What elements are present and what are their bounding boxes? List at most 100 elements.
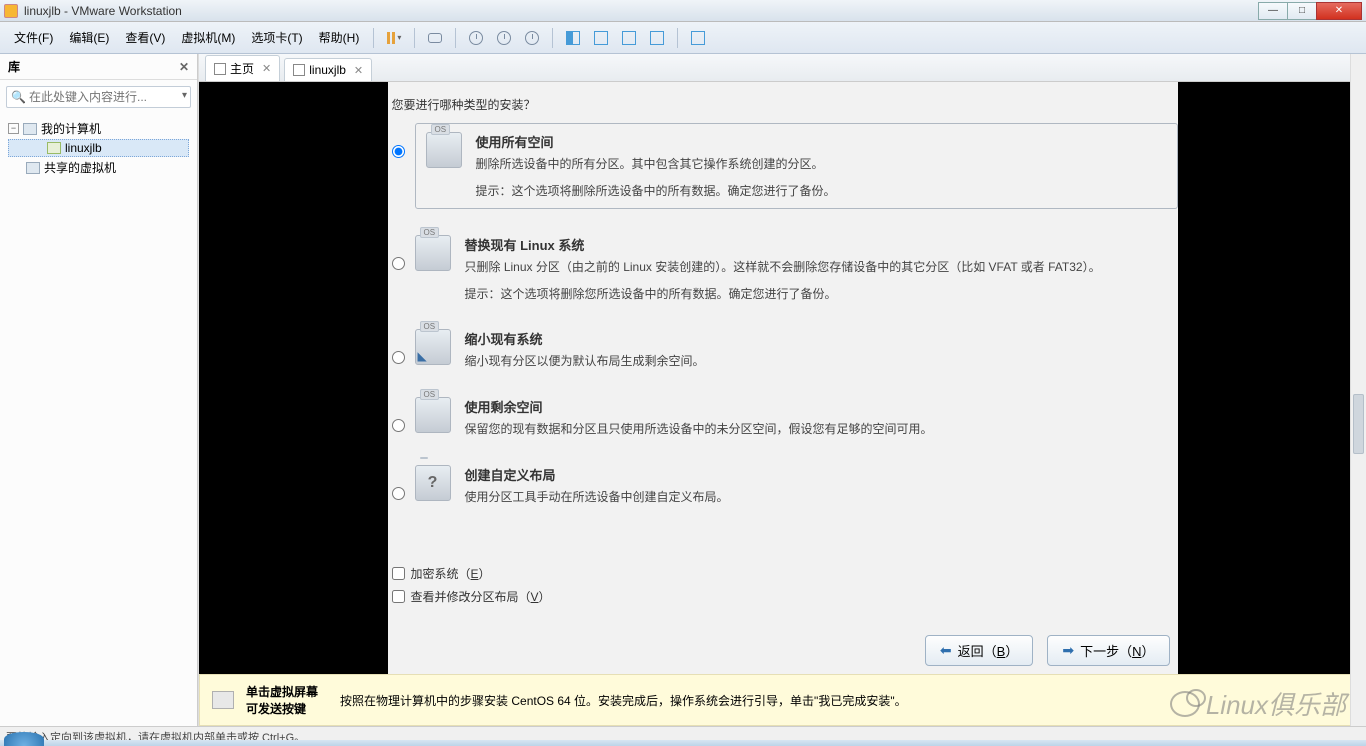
menubar: 文件(F) 编辑(E) 查看(V) 虚拟机(M) 选项卡(T) 帮助(H) ▾ xyxy=(0,22,1366,54)
window-titlebar: linuxjlb - VMware Workstation — □ ✕ xyxy=(0,0,1366,22)
expand-icon[interactable]: − xyxy=(8,123,19,134)
folder-icon xyxy=(26,162,40,174)
library-sidebar: 库 ✕ 🔍 ▾ − 我的计算机 linuxjlb 共享的虚拟机 xyxy=(0,54,198,726)
menu-view[interactable]: 查看(V) xyxy=(117,25,173,50)
installer-panel: 您要进行哪种类型的安装？ 使用所有空间删除所选设备中的所有分区。其中包含其它操作… xyxy=(388,82,1178,674)
view3-button[interactable] xyxy=(617,27,641,49)
review-checkbox[interactable] xyxy=(392,590,405,603)
start-orb[interactable] xyxy=(4,732,44,746)
install-option-list: 使用所有空间删除所选设备中的所有分区。其中包含其它操作系统创建的分区。提示：这个… xyxy=(388,123,1178,506)
tab-linuxjlb[interactable]: linuxjlb ✕ xyxy=(284,58,372,81)
fullscreen-button[interactable] xyxy=(686,27,710,49)
hint-body: 按照在物理计算机中的步骤安装 CentOS 64 位。安装完成后，操作系统会进行… xyxy=(340,692,907,709)
view-icon xyxy=(650,31,664,45)
view2-button[interactable] xyxy=(589,27,613,49)
menu-file[interactable]: 文件(F) xyxy=(6,25,61,50)
tree-shared-vms[interactable]: 共享的虚拟机 xyxy=(8,157,189,178)
next-button[interactable]: ➡ 下一步（N） xyxy=(1047,635,1169,666)
sidebar-title: 库 xyxy=(8,58,20,75)
install-option[interactable]: 创建自定义布局使用分区工具手动在所选设备中创建自定义布局。 xyxy=(392,465,1178,507)
option-icon xyxy=(415,235,451,271)
option-hint: 提示：这个选项将删除您所选设备中的所有数据。确定您进行了备份。 xyxy=(465,285,1101,304)
option-desc: 删除所选设备中的所有分区。其中包含其它操作系统创建的分区。 xyxy=(476,155,836,174)
app-icon xyxy=(4,4,18,18)
install-option-radio[interactable] xyxy=(392,351,405,364)
clock2-button[interactable] xyxy=(492,27,516,49)
hint-title-1: 单击虚拟屏幕 xyxy=(246,683,318,700)
snapshot-button[interactable] xyxy=(423,27,447,49)
install-option-radio[interactable] xyxy=(392,257,405,270)
option-title: 使用所有空间 xyxy=(476,132,836,151)
split-view-icon xyxy=(566,31,580,45)
view4-button[interactable] xyxy=(645,27,669,49)
install-option[interactable]: 缩小现有系统缩小现有分区以便为默认布局生成剩余空间。 xyxy=(392,329,1178,371)
menu-edit[interactable]: 编辑(E) xyxy=(61,25,117,50)
tab-strip: 主页 ✕ linuxjlb ✕ xyxy=(199,54,1366,82)
pause-icon xyxy=(387,32,395,44)
arrow-left-icon: ⬅ xyxy=(940,642,952,659)
maximize-button[interactable]: □ xyxy=(1287,2,1317,20)
clock-icon xyxy=(469,31,483,45)
option-title: 缩小现有系统 xyxy=(465,329,705,348)
encrypt-checkbox-row[interactable]: 加密系统（E） xyxy=(392,565,1178,582)
sidebar-close-icon[interactable]: ✕ xyxy=(179,60,189,74)
home-icon xyxy=(214,63,226,75)
content-area: 主页 ✕ linuxjlb ✕ 您要进行哪种类型的安装？ 使用所有空间删除所选设… xyxy=(198,54,1366,726)
tab-label: 主页 xyxy=(230,60,254,77)
clock-icon xyxy=(525,31,539,45)
option-icon xyxy=(415,397,451,433)
link-icon xyxy=(428,33,442,43)
clock1-button[interactable] xyxy=(464,27,488,49)
install-option[interactable]: 使用剩余空间保留您的现有数据和分区且只使用所选设备中的未分区空间，假设您有足够的… xyxy=(392,397,1178,439)
option-title: 创建自定义布局 xyxy=(465,465,729,484)
arrow-right-icon: ➡ xyxy=(1062,642,1074,659)
clock-icon xyxy=(497,31,511,45)
install-option-radio[interactable] xyxy=(392,487,405,500)
back-button[interactable]: ⬅ 返回（B） xyxy=(925,635,1033,666)
menu-vm[interactable]: 虚拟机(M) xyxy=(173,25,243,50)
scrollbar-thumb[interactable] xyxy=(1353,394,1364,454)
tab-home[interactable]: 主页 ✕ xyxy=(205,55,280,81)
view1-button[interactable] xyxy=(561,27,585,49)
install-option-radio[interactable] xyxy=(392,145,405,158)
hint-icon xyxy=(212,691,234,709)
vm-hint-bar: 单击虚拟屏幕 可发送按键 按照在物理计算机中的步骤安装 CentOS 64 位。… xyxy=(199,674,1364,726)
menu-help[interactable]: 帮助(H) xyxy=(311,25,368,50)
vm-display[interactable]: 您要进行哪种类型的安装？ 使用所有空间删除所选设备中的所有分区。其中包含其它操作… xyxy=(199,82,1366,726)
search-icon: 🔍 xyxy=(11,90,26,104)
window-controls: — □ ✕ xyxy=(1259,2,1362,20)
vm-icon xyxy=(293,64,305,76)
pause-button[interactable]: ▾ xyxy=(382,27,406,49)
option-title: 使用剩余空间 xyxy=(465,397,933,416)
tree-label: 共享的虚拟机 xyxy=(44,159,116,176)
windows-taskbar xyxy=(0,740,1366,746)
search-dropdown-icon[interactable]: ▾ xyxy=(182,90,187,101)
minimize-button[interactable]: — xyxy=(1258,2,1288,20)
vertical-scrollbar[interactable] xyxy=(1350,54,1366,726)
tab-close-icon[interactable]: ✕ xyxy=(262,62,271,75)
view-icon xyxy=(622,31,636,45)
hint-title-2: 可发送按键 xyxy=(246,700,318,717)
option-desc: 只删除 Linux 分区（由之前的 Linux 安装创建的）。这样就不会删除您存… xyxy=(465,258,1101,277)
install-option[interactable]: 使用所有空间删除所选设备中的所有分区。其中包含其它操作系统创建的分区。提示：这个… xyxy=(392,123,1178,209)
close-button[interactable]: ✕ xyxy=(1316,2,1362,20)
tree-root-my-computer[interactable]: − 我的计算机 xyxy=(8,118,189,139)
clock3-button[interactable] xyxy=(520,27,544,49)
option-desc: 缩小现有分区以便为默认布局生成剩余空间。 xyxy=(465,352,705,371)
option-icon xyxy=(415,329,451,365)
review-checkbox-row[interactable]: 查看并修改分区布局（V） xyxy=(392,588,1178,605)
install-option[interactable]: 替换现有 Linux 系统只删除 Linux 分区（由之前的 Linux 安装创… xyxy=(392,235,1178,303)
fullscreen-icon xyxy=(691,31,705,45)
tab-close-icon[interactable]: ✕ xyxy=(354,64,363,77)
tab-label: linuxjlb xyxy=(309,63,346,77)
library-search-input[interactable] xyxy=(6,86,191,108)
menu-tabs[interactable]: 选项卡(T) xyxy=(243,25,310,50)
view-icon xyxy=(594,31,608,45)
install-option-radio[interactable] xyxy=(392,419,405,432)
tree-vm-linuxjlb[interactable]: linuxjlb xyxy=(8,139,189,157)
vm-icon xyxy=(47,142,61,154)
encrypt-checkbox[interactable] xyxy=(392,567,405,580)
tree-label: linuxjlb xyxy=(65,141,102,155)
option-desc: 保留您的现有数据和分区且只使用所选设备中的未分区空间，假设您有足够的空间可用。 xyxy=(465,420,933,439)
option-icon xyxy=(426,132,462,168)
